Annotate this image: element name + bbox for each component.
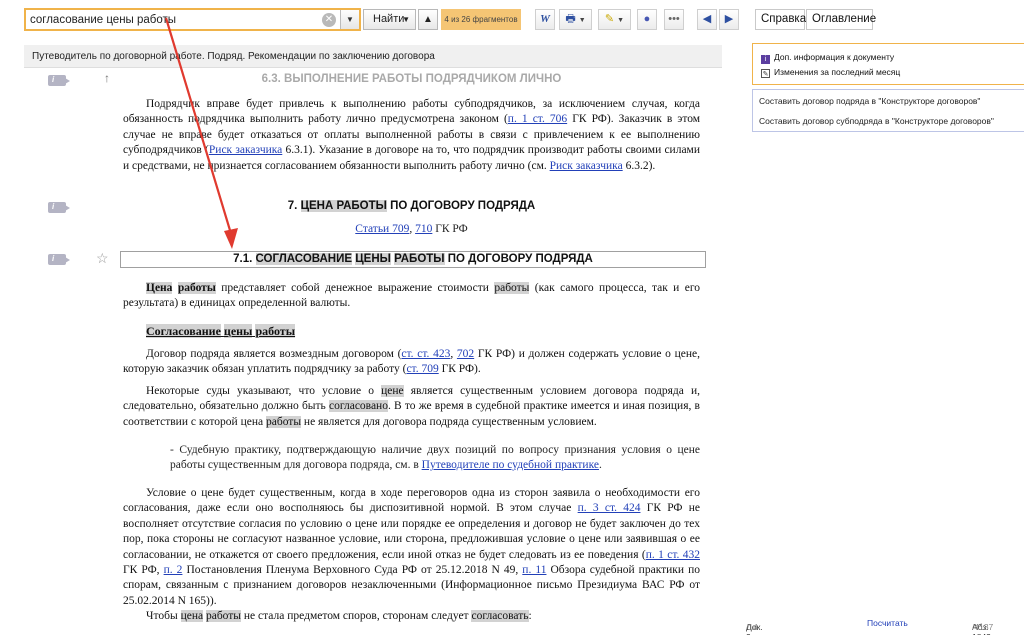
marker-icon: ✎ (604, 13, 615, 25)
help-button[interactable]: Справка (755, 9, 806, 30)
arrow-left-icon: ◀ (702, 13, 712, 25)
right-panel: i Доп. информация к документу ✎ Изменения … (740, 38, 1024, 635)
status-footer: Док. 2/14 Посчитать Абз. 1842/4137 (746, 618, 994, 635)
section-7-articles: Статьи 709, 710 ГК РФ (355, 223, 468, 235)
count-link[interactable]: Посчитать (867, 618, 908, 628)
doc-info-link[interactable]: i Доп. информация к документу (761, 52, 894, 64)
speech-bubble-icon: ● (643, 13, 651, 25)
document-title-bar: Путеводитель по договорной работе. Подря… (24, 45, 722, 68)
highlight-button[interactable]: ✎ ▼ (598, 9, 631, 30)
printer-icon: 🖶 (565, 13, 576, 25)
constructor-box: Составить договор подряда в "Конструктор… (752, 89, 1024, 132)
link-court-practice-guide[interactable]: Путеводителе по судебной практике (422, 459, 599, 471)
search-history-dropdown[interactable]: ▼ (340, 10, 359, 29)
constructor-link-subcontract[interactable]: Составить договор субподряда в "Конструк… (759, 116, 994, 126)
edit-icon: ✎ (761, 69, 770, 78)
arrow-right-icon: ▶ (724, 13, 734, 25)
link-risk-631[interactable]: Риск заказчика (209, 144, 282, 156)
forward-button[interactable]: ▶ (719, 9, 739, 30)
link-st709-b[interactable]: ст. 709 (406, 363, 438, 375)
clear-search-button[interactable]: ✕ (322, 13, 336, 27)
chevron-down-icon: ▼ (617, 17, 625, 24)
info-icon[interactable]: i (48, 75, 70, 86)
section-7-1-title: 7.1. СОГЛАСОВАНИЕ ЦЕНЫ РАБОТЫ ПО ДОГОВОР… (120, 251, 706, 268)
paragraph-paid-contract: Договор подряда является возмездным дого… (123, 348, 700, 376)
link-risk-632[interactable]: Риск заказчика (550, 160, 623, 172)
paragraph-court-positions: Некоторые суды указывают, что условие о … (123, 385, 700, 428)
info-icon[interactable]: i (48, 254, 70, 265)
prev-fragment-button[interactable]: ▲ (418, 9, 438, 30)
search-input[interactable] (30, 12, 320, 28)
ellipsis-icon: ••• (668, 13, 680, 25)
paragraph-essential-condition: Условие о цене будет существенным, когда… (123, 487, 701, 607)
section-7-title: 7. ЦЕНА РАБОТЫ ПО ДОГОВОРУ ПОДРЯДА (287, 200, 536, 212)
section-6-3-title: 6.3. ВЫПОЛНЕНИЕ РАБОТЫ ПОДРЯДЧИКОМ ЛИЧНО (261, 73, 562, 85)
link-p1-st432[interactable]: п. 1 ст. 432 (646, 549, 700, 561)
find-button-label: Найти (373, 13, 405, 25)
link-st710[interactable]: 710 (415, 223, 432, 235)
star-icon[interactable]: ☆ (96, 250, 109, 267)
fragment-counter: 4 из 26 фрагментов (441, 9, 521, 30)
chevron-down-icon: ▼ (402, 15, 410, 24)
comment-button[interactable]: ● (637, 9, 657, 30)
paragraph-6-3: Подрядчик вправе будет привлечь к выполн… (123, 98, 701, 172)
paragraph-price-definition: Цена работы представляет собой денежное … (123, 282, 700, 310)
info-icon: i (761, 55, 770, 64)
link-p3-st424[interactable]: п. 3 ст. 424 (578, 502, 641, 514)
bullet-court-practice: - Судебную практику, подтверждающую нали… (170, 444, 700, 472)
link-st702[interactable]: 702 (457, 348, 474, 360)
print-button[interactable]: 🖶 ▼ (559, 9, 592, 30)
search-box: ✕ ▼ (24, 8, 361, 31)
link-p1-st706[interactable]: п. 1 ст. 706 (508, 113, 567, 125)
toolbar: ✕ ▼ Найти▼ ▲ 4 из 26 фрагментов W 🖶▼ ✎▼ … (0, 0, 1024, 38)
find-button[interactable]: Найти ▼ (363, 9, 416, 30)
link-p2-plenum[interactable]: п. 2 (164, 564, 183, 576)
document-info-box: i Доп. информация к документу ✎ Изменения … (752, 43, 1024, 85)
recent-changes-link[interactable]: ✎ Изменения за последний месяц (761, 67, 900, 78)
link-st709[interactable]: Статьи 709 (355, 223, 409, 235)
arrow-up-icon[interactable]: ↑ (104, 71, 110, 85)
document-body: i ↑ 6.3. ВЫПОЛНЕНИЕ РАБОТЫ ПОДРЯДЧИКОМ Л… (24, 68, 722, 635)
subheading-price-agreement: Согласование цены работы (146, 324, 296, 338)
contents-button[interactable]: Оглавление (806, 9, 876, 30)
chevron-down-icon: ▼ (578, 17, 586, 24)
paragraph-to-avoid-disputes: Чтобы цена работы не стала предметом спо… (146, 610, 532, 622)
more-button[interactable]: ••• (664, 9, 684, 30)
constructor-link-contract[interactable]: Составить договор подряда в "Конструктор… (759, 96, 980, 106)
word-icon: W (540, 13, 550, 25)
link-p11-review[interactable]: п. 11 (522, 564, 546, 576)
back-button[interactable]: ◀ (697, 9, 717, 30)
link-st423[interactable]: ст. ст. 423 (401, 348, 450, 360)
word-export-button[interactable]: W (535, 9, 555, 30)
arrow-up-icon: ▲ (423, 14, 433, 25)
info-icon[interactable]: i (48, 202, 70, 213)
